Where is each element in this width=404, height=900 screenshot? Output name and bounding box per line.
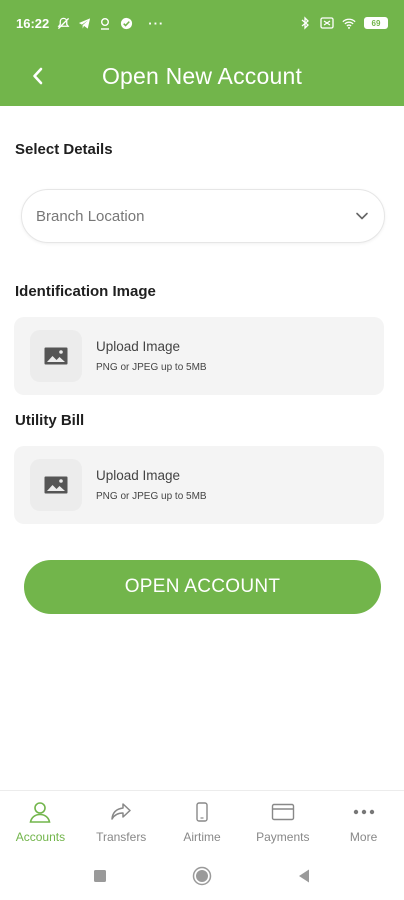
- title-bar: Open New Account: [0, 54, 404, 98]
- status-bar: 16:22 ··· 69: [0, 0, 404, 46]
- upload-image-title: Upload Image: [96, 339, 181, 354]
- select-details-label: Select Details: [15, 141, 113, 158]
- back-triangle-button[interactable]: [293, 865, 315, 887]
- nav-item-payments[interactable]: Payments: [242, 791, 323, 852]
- back-button[interactable]: [24, 62, 52, 90]
- image-placeholder-icon: [30, 330, 82, 382]
- branch-location-placeholder: Branch Location: [36, 207, 145, 225]
- chevron-left-icon: [31, 66, 45, 86]
- card-icon: [270, 801, 296, 823]
- identification-upload-card[interactable]: Upload Image PNG or JPEG up to 5MB: [14, 317, 384, 395]
- identification-image-label: Identification Image: [15, 283, 156, 300]
- check-badge-icon: [119, 16, 133, 30]
- sim-card-icon: [320, 16, 334, 30]
- status-time: 16:22: [16, 15, 50, 31]
- battery-indicator: 69: [364, 17, 388, 29]
- nav-item-transfers[interactable]: Transfers: [81, 791, 162, 852]
- app-header: 16:22 ··· 69 Open New Account: [0, 0, 404, 106]
- upload-image-hint: PNG or JPEG up to 5MB: [96, 362, 207, 373]
- chevron-down-icon: [354, 208, 370, 224]
- location-icon: [98, 16, 112, 30]
- recent-apps-button[interactable]: [89, 865, 111, 887]
- nav-label-payments: Payments: [256, 830, 310, 844]
- open-account-button[interactable]: OPEN ACCOUNT: [24, 560, 381, 614]
- wifi-icon: [342, 16, 356, 30]
- nav-item-airtime[interactable]: Airtime: [162, 791, 243, 852]
- nav-item-accounts[interactable]: Accounts: [0, 791, 81, 852]
- more-dots-icon: [351, 801, 377, 823]
- nav-item-more[interactable]: More: [323, 791, 404, 852]
- telegram-icon: [77, 16, 91, 30]
- nav-label-more: More: [349, 830, 378, 844]
- image-placeholder-icon: [30, 459, 82, 511]
- nav-label-airtime: Airtime: [183, 830, 221, 844]
- muted-notification-icon: [56, 16, 70, 30]
- page-title: Open New Account: [101, 62, 303, 89]
- upload-image-title: Upload Image: [96, 468, 181, 483]
- nav-label-accounts: Accounts: [15, 830, 66, 844]
- user-icon: [27, 801, 53, 823]
- utility-bill-upload-card[interactable]: Upload Image PNG or JPEG up to 5MB: [14, 446, 384, 524]
- phone-icon: [189, 801, 215, 823]
- utility-bill-label: Utility Bill: [15, 412, 85, 429]
- bluetooth-icon: [298, 16, 312, 30]
- branch-location-select[interactable]: Branch Location: [21, 189, 385, 243]
- system-navigation-bar: [0, 852, 404, 900]
- home-button[interactable]: [191, 865, 213, 887]
- bottom-navigation: Accounts Transfers Airtime Payments More: [0, 790, 404, 852]
- nav-label-transfers: Transfers: [96, 830, 147, 844]
- share-arrow-icon: [108, 801, 134, 823]
- upload-image-hint: PNG or JPEG up to 5MB: [96, 491, 207, 502]
- status-more-indicator: ···: [148, 15, 165, 31]
